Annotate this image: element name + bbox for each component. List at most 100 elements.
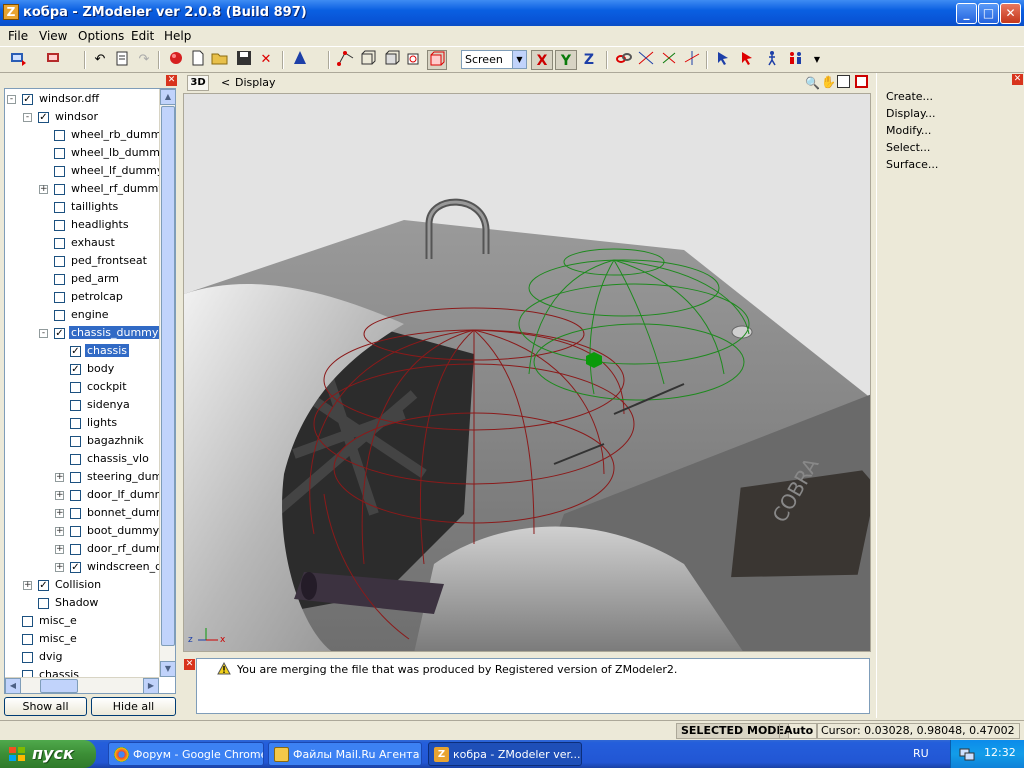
chevron-down-icon[interactable]: ▼ (807, 50, 827, 70)
expand-icon[interactable]: + (55, 472, 64, 482)
face-mode-icon[interactable] (358, 50, 378, 70)
redo-icon[interactable]: ↷ (134, 50, 154, 70)
visibility-checkbox[interactable]: ✓ (54, 327, 65, 339)
selection-mode-icon[interactable] (427, 50, 447, 70)
visibility-checkbox[interactable]: ✓ (70, 345, 81, 357)
visibility-checkbox[interactable]: ✓ (38, 111, 49, 123)
expand-icon[interactable]: + (55, 490, 64, 500)
axis-y-toggle[interactable]: Y (555, 50, 577, 70)
vertex-mode-icon[interactable] (336, 50, 356, 70)
tree-item[interactable]: misc_e (7, 613, 79, 631)
visibility-checkbox[interactable]: ✓ (22, 93, 33, 105)
command-select[interactable]: Select... (886, 141, 930, 154)
command-display[interactable]: Display... (886, 107, 935, 120)
visibility-checkbox[interactable] (54, 219, 65, 231)
visibility-checkbox[interactable] (70, 453, 81, 465)
visibility-checkbox[interactable] (70, 489, 81, 501)
tree-item[interactable]: + boot_dummy (55, 523, 161, 541)
tree-item[interactable]: + ✓ Collision (23, 577, 103, 595)
tree-item[interactable]: + door_lf_dummy (55, 487, 174, 505)
tree-item[interactable]: - ✓ chassis_dummy (39, 325, 161, 343)
tree-item[interactable]: - ✓ windsor.dff (7, 91, 101, 109)
object-mode-icon[interactable] (382, 50, 402, 70)
taskbar-item-chrome[interactable]: Форум - Google Chrome (108, 742, 264, 766)
move-axes-icon[interactable] (636, 50, 656, 70)
menu-view[interactable]: View (39, 29, 67, 43)
collapse-icon[interactable]: - (7, 94, 16, 104)
tree-vertical-scrollbar[interactable]: ▲ ▼ (159, 89, 175, 677)
rotate-axes-icon[interactable] (659, 50, 679, 70)
command-surface[interactable]: Surface... (886, 158, 938, 171)
cone-icon[interactable] (290, 50, 310, 70)
close-button[interactable]: ✕ (1000, 3, 1021, 24)
tree-item[interactable]: sidenya (55, 397, 132, 415)
visibility-checkbox[interactable] (70, 525, 81, 537)
save-icon[interactable] (234, 50, 254, 70)
open-folder-icon[interactable] (210, 50, 230, 70)
visibility-checkbox[interactable] (54, 165, 65, 177)
scroll-left-icon[interactable]: ◀ (5, 678, 21, 693)
visibility-checkbox[interactable] (22, 615, 33, 627)
visibility-checkbox[interactable] (70, 417, 81, 429)
tree-item[interactable]: + door_rf_dummy (55, 541, 175, 559)
start-button[interactable]: пуск (0, 740, 96, 768)
tree-item[interactable]: misc_e (7, 631, 79, 649)
visibility-checkbox[interactable] (38, 597, 49, 609)
view-mode-select[interactable]: Screen ▼ (461, 50, 527, 69)
maximize-button[interactable]: □ (978, 3, 999, 24)
tree-horizontal-scrollbar[interactable]: ◀ ▶ (5, 677, 159, 693)
scroll-down-icon[interactable]: ▼ (160, 661, 175, 677)
expand-icon[interactable]: + (23, 580, 32, 590)
scroll-right-icon[interactable]: ▶ (143, 678, 159, 693)
close-icon[interactable]: ✕ (166, 75, 177, 86)
tree-item[interactable]: taillights (39, 199, 120, 217)
clock[interactable]: 12:32 (984, 746, 1016, 759)
expand-icon[interactable]: + (55, 526, 64, 536)
hide-all-button[interactable]: Hide all (91, 697, 176, 716)
zmodeler-app-icon[interactable]: Z (3, 4, 19, 20)
viewport-mode-button[interactable]: 3D (187, 75, 209, 91)
link-icon[interactable] (614, 50, 634, 70)
export-icon[interactable] (44, 50, 64, 70)
taskbar-item-mailru[interactable]: Файлы Mail.Ru Агента (268, 742, 422, 766)
visibility-checkbox[interactable] (54, 237, 65, 249)
collapse-icon[interactable]: - (39, 328, 48, 338)
walk-icon[interactable] (762, 50, 782, 70)
pick-icon[interactable] (714, 50, 734, 70)
visibility-checkbox[interactable] (54, 147, 65, 159)
tree-item[interactable]: exhaust (39, 235, 117, 253)
menu-help[interactable]: Help (164, 29, 191, 43)
tree-item[interactable]: petrolcap (39, 289, 125, 307)
tree-item[interactable]: ped_frontseat (39, 253, 149, 271)
tree-item[interactable]: Shadow (23, 595, 100, 613)
viewport-3d[interactable]: COBRA z x (183, 93, 871, 652)
axis-z-toggle[interactable]: Z (578, 50, 600, 70)
menu-file[interactable]: File (8, 29, 28, 43)
tree-item[interactable]: engine (39, 307, 111, 325)
visibility-checkbox[interactable]: ✓ (70, 363, 81, 375)
pan-hand-icon[interactable]: ✋ (821, 75, 836, 89)
tree-item[interactable]: bagazhnik (55, 433, 146, 451)
surface-mode-icon[interactable] (404, 50, 424, 70)
visibility-checkbox[interactable] (54, 309, 65, 321)
visibility-checkbox[interactable] (70, 435, 81, 447)
tree-item[interactable]: - ✓ windsor (23, 109, 100, 127)
viewport-display-menu[interactable]: Display (235, 76, 276, 89)
command-create[interactable]: Create... (886, 90, 933, 103)
tree-item[interactable]: + ✓ windscreen_du (55, 559, 171, 577)
show-all-button[interactable]: Show all (4, 697, 87, 716)
tree-item[interactable]: ✓ body (55, 361, 116, 379)
expand-icon[interactable]: + (55, 544, 64, 554)
language-indicator[interactable]: RU (913, 747, 929, 760)
tree-item[interactable]: cockpit (55, 379, 129, 397)
tree-item[interactable]: dvig (7, 649, 65, 667)
visibility-checkbox[interactable] (22, 651, 33, 663)
visibility-checkbox[interactable] (70, 507, 81, 519)
network-icon[interactable] (959, 746, 975, 762)
visibility-checkbox[interactable] (70, 471, 81, 483)
zoom-icon[interactable]: 🔍 (805, 76, 820, 90)
expand-icon[interactable]: + (39, 184, 48, 194)
visibility-checkbox[interactable] (54, 273, 65, 285)
import-icon[interactable] (8, 50, 28, 70)
scale-axes-icon[interactable] (682, 50, 702, 70)
